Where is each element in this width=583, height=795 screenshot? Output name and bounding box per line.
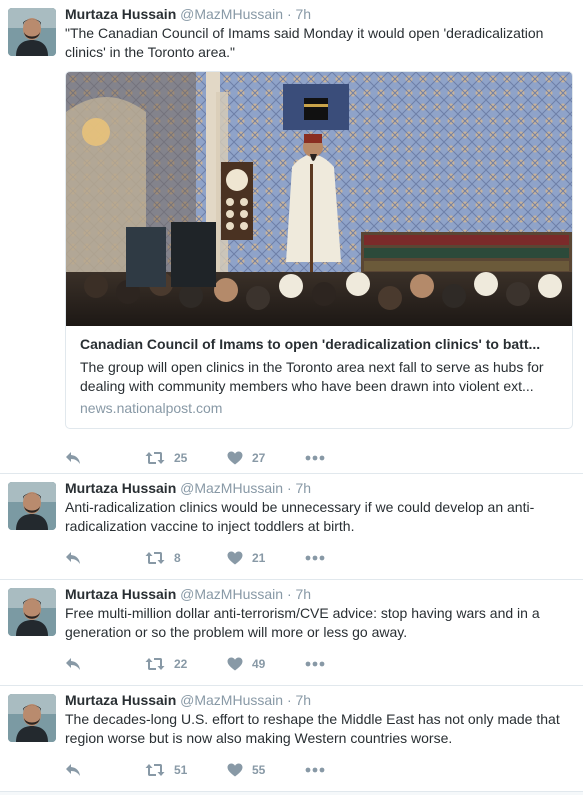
tweet[interactable]: Murtaza Hussain @MazMHussain · 7h The de… [0, 686, 583, 792]
tweet-header: Murtaza Hussain @MazMHussain · 7h [65, 691, 571, 709]
like-count: 55 [252, 763, 266, 777]
like-button[interactable]: 49 [227, 657, 305, 671]
reply-icon [65, 763, 81, 777]
retweet-count: 8 [174, 551, 181, 565]
reply-icon [65, 451, 81, 465]
more-button[interactable] [305, 455, 325, 461]
reply-button[interactable] [65, 763, 145, 777]
more-icon [305, 767, 325, 773]
tweet-text: Anti-radicalization clinics would be unn… [65, 499, 535, 534]
heart-icon [227, 763, 243, 777]
author-handle[interactable]: @MazMHussain [180, 480, 283, 496]
reply-icon [65, 657, 81, 671]
tweet-text: The decades-long U.S. effort to reshape … [65, 711, 560, 746]
retweet-icon [145, 451, 165, 465]
card-url[interactable]: news.nationalpost.com [80, 399, 558, 418]
tweet-actions: 22 49 [65, 645, 571, 683]
tweet-timestamp[interactable]: · 7h [287, 6, 311, 22]
more-button[interactable] [305, 767, 325, 773]
heart-icon [227, 657, 243, 671]
tweet-actions: 51 55 [65, 751, 571, 789]
like-count: 49 [252, 657, 266, 671]
reply-icon [65, 551, 81, 565]
reply-button[interactable] [65, 657, 145, 671]
heart-icon [227, 451, 243, 465]
card-title[interactable]: Canadian Council of Imams to open 'derad… [80, 335, 558, 354]
retweet-count: 25 [174, 451, 188, 465]
tweet[interactable]: Murtaza Hussain @MazMHussain · 7h Free m… [0, 580, 583, 686]
retweet-button[interactable]: 22 [145, 657, 227, 671]
more-icon [305, 661, 325, 667]
reply-button[interactable] [65, 551, 145, 565]
tweet[interactable]: Murtaza Hussain @MazMHussain · 7h "The C… [0, 0, 583, 474]
author-name[interactable]: Murtaza Hussain [65, 6, 176, 22]
author-name[interactable]: Murtaza Hussain [65, 586, 176, 602]
retweet-button[interactable]: 51 [145, 763, 227, 777]
retweet-button[interactable]: 8 [145, 551, 227, 565]
more-icon [305, 555, 325, 561]
more-button[interactable] [305, 661, 325, 667]
tweet-timestamp[interactable]: · 7h [287, 692, 311, 708]
like-count: 21 [252, 551, 266, 565]
author-handle[interactable]: @MazMHussain [180, 586, 283, 602]
tweet-timestamp[interactable]: · 7h [287, 586, 311, 602]
like-button[interactable]: 27 [227, 451, 305, 465]
tweet[interactable]: Murtaza Hussain @MazMHussain · 7h Anti-r… [0, 474, 583, 580]
tweet-text: "The Canadian Council of Imams said Mond… [65, 25, 544, 60]
more-icon [305, 455, 325, 461]
tweet-header: Murtaza Hussain @MazMHussain · 7h [65, 585, 571, 603]
tweet-actions: 8 21 [65, 539, 571, 577]
retweet-count: 51 [174, 763, 188, 777]
link-card[interactable]: Canadian Council of Imams to open 'derad… [65, 71, 573, 429]
author-name[interactable]: Murtaza Hussain [65, 480, 176, 496]
tweet-text: Free multi-million dollar anti-terrorism… [65, 605, 540, 640]
tweet-header: Murtaza Hussain @MazMHussain · 7h [65, 479, 571, 497]
avatar[interactable] [8, 482, 56, 530]
tweet-actions: 25 27 [65, 439, 571, 477]
card-body: Canadian Council of Imams to open 'derad… [66, 326, 572, 428]
like-button[interactable]: 55 [227, 763, 305, 777]
avatar[interactable] [8, 8, 56, 56]
avatar[interactable] [8, 694, 56, 742]
tweet-timestamp[interactable]: · 7h [287, 480, 311, 496]
tweet-header: Murtaza Hussain @MazMHussain · 7h [65, 5, 571, 23]
tweet-feed: Murtaza Hussain @MazMHussain · 7h "The C… [0, 0, 583, 792]
reply-button[interactable] [65, 451, 145, 465]
card-description: The group will open clinics in the Toron… [80, 359, 544, 394]
more-button[interactable] [305, 555, 325, 561]
retweet-icon [145, 657, 165, 671]
retweet-icon [145, 763, 165, 777]
author-handle[interactable]: @MazMHussain [180, 692, 283, 708]
heart-icon [227, 551, 243, 565]
like-button[interactable]: 21 [227, 551, 305, 565]
author-name[interactable]: Murtaza Hussain [65, 692, 176, 708]
card-image [66, 72, 572, 326]
retweet-count: 22 [174, 657, 188, 671]
avatar[interactable] [8, 588, 56, 636]
like-count: 27 [252, 451, 266, 465]
retweet-button[interactable]: 25 [145, 451, 227, 465]
retweet-icon [145, 551, 165, 565]
author-handle[interactable]: @MazMHussain [180, 6, 283, 22]
